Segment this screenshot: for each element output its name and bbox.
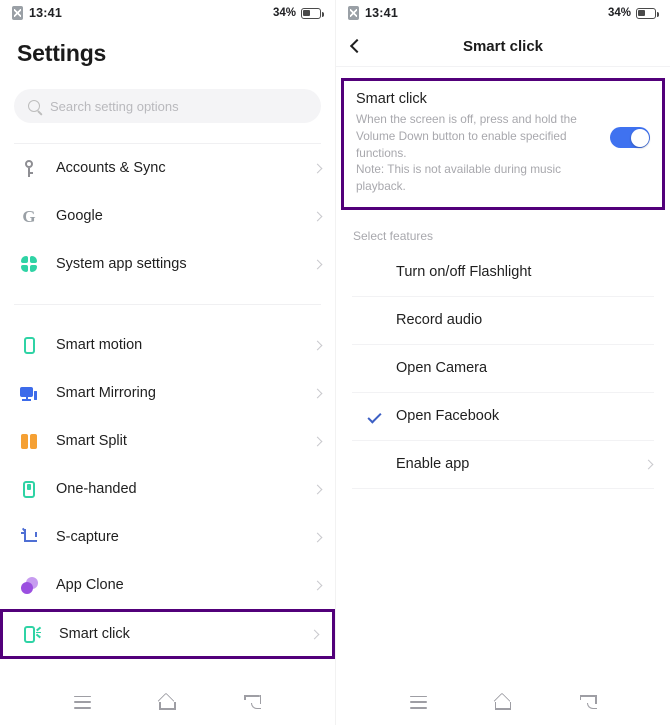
toggle-knob xyxy=(630,128,649,147)
chevron-right-icon xyxy=(312,580,323,590)
feature-label: Enable app xyxy=(396,456,470,473)
chevron-right-icon xyxy=(643,459,654,470)
recents-icon[interactable] xyxy=(409,695,427,709)
status-time: 13:41 xyxy=(29,6,62,20)
chevron-right-icon xyxy=(312,163,323,173)
sidebar-item-label: Smart Split xyxy=(56,433,127,449)
system-nav-bar-right xyxy=(336,679,670,725)
sidebar-item-one-handed[interactable]: One-handed xyxy=(0,465,335,513)
crop-capture-icon xyxy=(16,527,42,545)
recents-icon[interactable] xyxy=(73,695,91,709)
chevron-right-icon xyxy=(312,211,323,221)
battery-icon xyxy=(636,7,659,19)
sidebar-item-label: Smart Mirroring xyxy=(56,385,156,401)
smart-click-toggle[interactable] xyxy=(610,127,650,148)
sidebar-item-accounts-sync[interactable]: Accounts & Sync xyxy=(0,144,335,192)
sidebar-item-smart-split[interactable]: Smart Split xyxy=(0,417,335,465)
feature-row-enable-app[interactable]: Enable app xyxy=(352,441,654,489)
feature-row-flashlight[interactable]: Turn on/off Flashlight xyxy=(352,249,654,297)
smart-click-icon xyxy=(19,625,45,643)
feature-label: Open Camera xyxy=(396,360,488,377)
sidebar-item-app-clone[interactable]: App Clone xyxy=(0,561,335,609)
smart-click-screen: 13:41 34% Smart click Smart click When t… xyxy=(335,0,670,725)
sidebar-item-label: Google xyxy=(56,208,103,224)
status-time: 13:41 xyxy=(365,6,398,20)
one-handed-icon xyxy=(16,480,42,498)
feature-row-open-camera[interactable]: Open Camera xyxy=(352,345,654,393)
status-bar-right-group: 34% xyxy=(272,7,324,19)
feature-row-record-audio[interactable]: Record audio xyxy=(352,297,654,345)
app-clone-icon xyxy=(16,576,42,594)
search-icon xyxy=(28,100,40,112)
chevron-right-icon xyxy=(312,340,323,350)
app-bar: Smart click xyxy=(336,26,670,66)
sidebar-item-smart-mirroring[interactable]: Smart Mirroring xyxy=(0,369,335,417)
home-icon[interactable] xyxy=(157,692,177,710)
screen-mirror-icon xyxy=(16,386,42,401)
sidebar-item-s-capture[interactable]: S-capture xyxy=(0,513,335,561)
sidebar-item-smart-motion[interactable]: Smart motion xyxy=(0,321,335,369)
status-bar-left-group: 13:41 xyxy=(12,6,62,20)
back-icon[interactable] xyxy=(244,695,262,709)
features-list: Turn on/off Flashlight Record audio Open… xyxy=(336,243,670,489)
smart-click-card-description: When the screen is off, press and hold t… xyxy=(356,112,577,193)
sidebar-item-system-app-settings[interactable]: System app settings xyxy=(0,240,335,288)
home-icon[interactable] xyxy=(493,692,513,710)
split-screen-icon xyxy=(16,433,42,449)
sidebar-item-label: Accounts & Sync xyxy=(56,160,166,176)
page-title: Settings xyxy=(17,40,107,66)
back-chevron-icon[interactable] xyxy=(349,38,365,54)
sidebar-item-label: One-handed xyxy=(56,481,137,497)
feature-row-open-facebook[interactable]: Open Facebook xyxy=(352,393,654,441)
dual-screenshot-container: 13:41 34% Settings Search setting option… xyxy=(0,0,670,725)
chevron-right-icon xyxy=(312,484,323,494)
settings-group-1: Accounts & Sync G Google System app sett… xyxy=(0,144,335,288)
back-icon[interactable] xyxy=(579,695,597,709)
checkmark-icon xyxy=(352,409,396,424)
status-bar-left-group: 13:41 xyxy=(348,6,398,20)
sidebar-item-smart-click[interactable]: Smart click xyxy=(0,609,335,659)
smart-click-card-wrapper: Smart click When the screen is off, pres… xyxy=(336,67,670,210)
chevron-right-icon xyxy=(312,259,323,269)
status-bar-right-group: 34% xyxy=(607,7,659,19)
sidebar-item-label: System app settings xyxy=(56,256,187,272)
status-bar-right: 13:41 34% xyxy=(336,0,670,26)
settings-group-2: Smart motion Smart Mirroring Smart Split xyxy=(0,321,335,659)
battery-icon xyxy=(301,7,324,19)
sim-card-icon xyxy=(12,6,23,20)
google-icon: G xyxy=(22,206,36,226)
chevron-right-icon xyxy=(312,436,323,446)
select-features-label: Select features xyxy=(353,228,434,243)
chevron-right-icon xyxy=(312,388,323,398)
chevron-right-icon xyxy=(309,629,320,639)
search-placeholder: Search setting options xyxy=(50,98,179,114)
chevron-right-icon xyxy=(312,532,323,542)
battery-percent-label: 34% xyxy=(607,7,631,19)
clover-icon xyxy=(16,256,42,272)
system-nav-bar-left xyxy=(0,679,335,725)
smart-click-card-title: Smart click xyxy=(356,91,427,107)
feature-label: Turn on/off Flashlight xyxy=(396,264,532,281)
sidebar-item-label: S-capture xyxy=(56,529,119,545)
sidebar-item-label: Smart motion xyxy=(56,337,143,353)
phone-icon xyxy=(16,336,42,354)
app-bar-title: Smart click xyxy=(462,37,544,55)
feature-label: Record audio xyxy=(396,312,483,329)
sidebar-item-label: App Clone xyxy=(56,577,124,593)
settings-screen: 13:41 34% Settings Search setting option… xyxy=(0,0,335,725)
sidebar-item-google[interactable]: G Google xyxy=(0,192,335,240)
feature-label: Open Facebook xyxy=(396,408,500,425)
sim-card-icon xyxy=(348,6,359,20)
status-bar-left: 13:41 34% xyxy=(0,0,335,26)
smart-click-card[interactable]: Smart click When the screen is off, pres… xyxy=(341,78,665,210)
smart-click-card-text: Smart click When the screen is off, pres… xyxy=(356,91,600,195)
search-input[interactable]: Search setting options xyxy=(14,89,321,123)
sidebar-item-label: Smart click xyxy=(59,626,130,642)
key-icon xyxy=(16,159,42,177)
battery-percent-label: 34% xyxy=(272,7,296,19)
